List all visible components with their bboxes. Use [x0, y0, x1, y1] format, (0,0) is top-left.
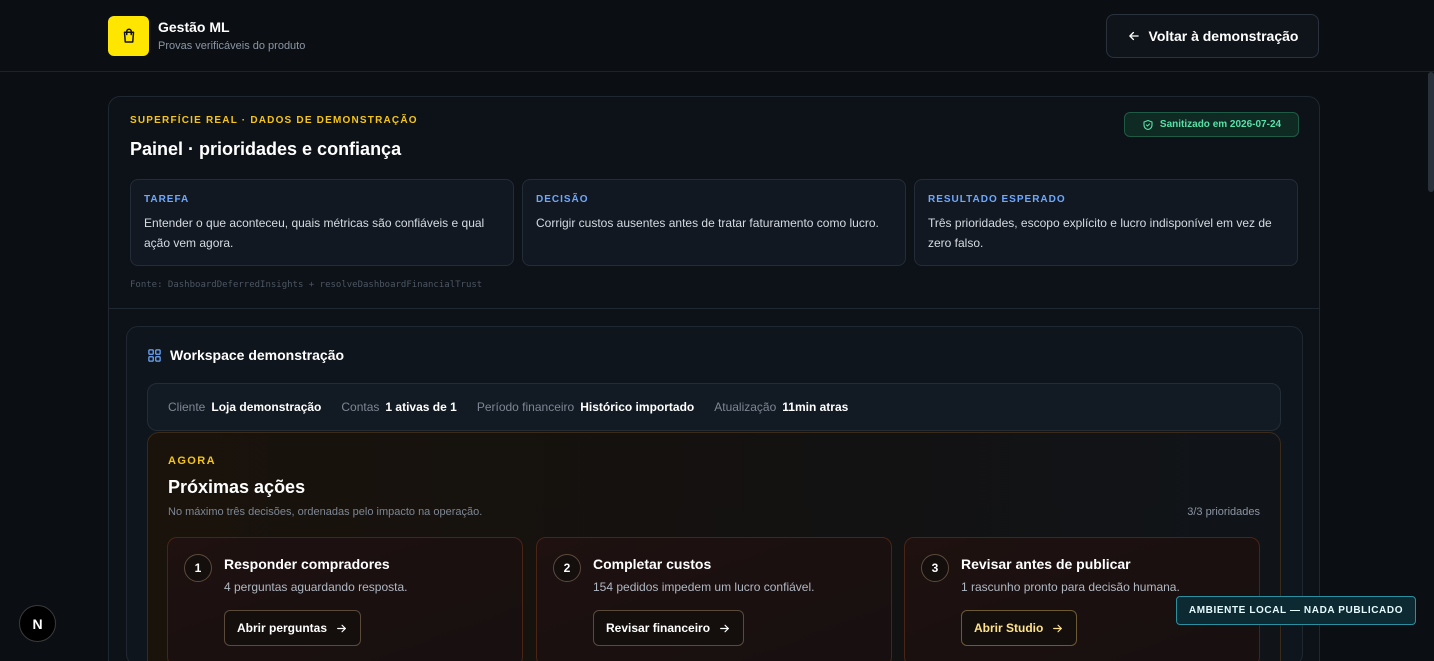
priorities-count: 3/3 prioridades — [1187, 506, 1260, 518]
shield-check-icon — [1143, 119, 1153, 130]
brand-logo[interactable] — [108, 16, 149, 56]
sanitized-label: Sanitizado em 2026-07-24 — [1159, 119, 1282, 130]
decision-label: DECISÃO — [536, 194, 589, 205]
action-number: 1 — [184, 554, 212, 582]
meta-client: Cliente Loja demonstração — [168, 400, 322, 414]
panel-eyebrow: SUPERFÍCIE REAL · DADOS DE DEMONSTRAÇÃO — [130, 115, 418, 126]
source-line: Fonte: DashboardDeferredInsights + resol… — [130, 280, 483, 290]
action-card-costs: 2 Completar custos 154 pedidos impedem u… — [536, 537, 892, 661]
arrow-right-icon — [720, 624, 729, 632]
open-questions-button[interactable]: Abrir perguntas — [224, 610, 362, 646]
open-studio-button[interactable]: Abrir Studio — [961, 610, 1078, 646]
nextjs-dev-badge[interactable]: N — [19, 605, 56, 642]
sanitized-badge: Sanitizado em 2026-07-24 — [1124, 112, 1299, 137]
workspace-meta-bar: Cliente Loja demonstração Contas 1 ativas … — [147, 383, 1281, 431]
meta-period: Período financeiro Histórico importado — [476, 400, 695, 414]
task-text: Entender o que aconteceu, quais métricas… — [144, 216, 485, 250]
next-actions-eyebrow: AGORA — [168, 455, 216, 467]
action-description: 1 rascunho pronto para decisão humana. — [961, 580, 1180, 594]
scrollbar-thumb[interactable] — [1428, 72, 1434, 192]
expected-result-box: RESULTADO ESPERADO Três prioridades, esc… — [914, 179, 1298, 266]
action-number: 2 — [553, 554, 581, 582]
meta-accounts: Contas 1 ativas de 1 — [341, 400, 457, 414]
brand-subtitle: Provas verificáveis do produto — [158, 40, 306, 52]
shopping-bag-icon — [123, 28, 134, 43]
action-number: 3 — [921, 554, 949, 582]
environment-badge: AMBIENTE LOCAL — NADA PUBLICADO — [1176, 596, 1416, 625]
action-title: Responder compradores — [224, 556, 390, 572]
panel-title: Painel · prioridades e confiança — [130, 139, 402, 159]
expected-result-text: Três prioridades, escopo explícito e luc… — [928, 216, 1272, 250]
workspace-header: Workspace demonstração — [147, 347, 344, 363]
task-box: TAREFA Entender o que aconteceu, quais m… — [130, 179, 514, 266]
meta-updated: Atualização 11min atras — [714, 400, 849, 414]
next-actions-subtitle: No máximo três decisões, ordenadas pelo … — [168, 506, 483, 518]
decision-box: DECISÃO Corrigir custos ausentes antes d… — [522, 179, 906, 266]
decision-text: Corrigir custos ausentes antes de tratar… — [536, 216, 879, 230]
back-to-demo-button[interactable]: Voltar à demonstração — [1106, 14, 1319, 58]
action-card-respond: 1 Responder compradores 4 perguntas agua… — [167, 537, 523, 661]
grid-icon — [148, 348, 161, 362]
brand-name: Gestão ML — [158, 19, 230, 35]
next-actions-title: Próximas ações — [168, 477, 306, 497]
expected-result-label: RESULTADO ESPERADO — [928, 194, 1066, 205]
action-description: 154 pedidos impedem um lucro confiável. — [593, 580, 815, 594]
workspace-title: Workspace demonstração — [170, 347, 345, 363]
arrow-left-icon — [1128, 31, 1139, 41]
action-description: 4 perguntas aguardando resposta. — [224, 580, 408, 594]
task-label: TAREFA — [144, 194, 190, 205]
action-title: Revisar antes de publicar — [961, 556, 1131, 572]
review-financial-button[interactable]: Revisar financeiro — [593, 610, 745, 646]
back-button-label: Voltar à demonstração — [1148, 28, 1299, 44]
top-bar: Gestão ML Provas verificáveis do produto… — [0, 0, 1434, 72]
arrow-right-icon — [1053, 624, 1063, 632]
action-title: Completar custos — [593, 556, 712, 572]
divider — [109, 308, 1319, 309]
arrow-right-icon — [337, 624, 346, 632]
